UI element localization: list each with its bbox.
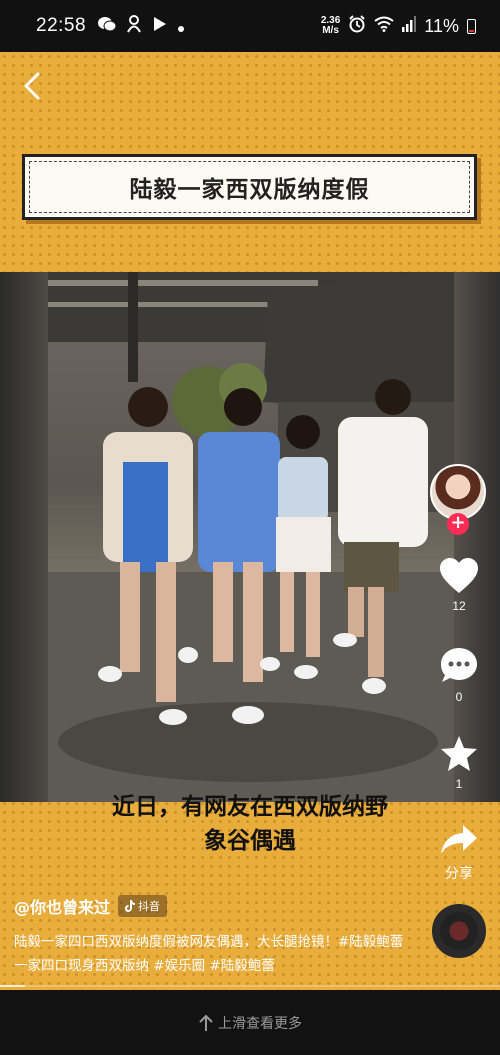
video-frame[interactable] (0, 272, 500, 802)
status-time: 22:58 (36, 15, 87, 36)
like-count: 12 (452, 599, 466, 613)
banner-title: 陆毅一家西双版纳度假 (129, 177, 370, 203)
star-icon (441, 736, 477, 771)
battery-percent: 11% (424, 15, 459, 36)
share-button[interactable]: 分享 (430, 823, 488, 883)
play-store-icon (152, 16, 168, 36)
title-banner: 陆毅一家西双版纳度假 (22, 154, 477, 220)
post-description: 陆毅一家四口西双版纳度假被网友偶遇，大长腿抢镜！#陆毅鲍蕾一家四口现身西双版纳 … (14, 934, 404, 974)
douyin-icon (125, 900, 136, 912)
like-button[interactable]: 12 (430, 557, 488, 613)
battery-icon (467, 18, 476, 34)
music-disc-icon[interactable] (432, 904, 486, 958)
share-icon (441, 825, 477, 854)
video-progress[interactable] (0, 985, 500, 987)
comment-icon (441, 648, 477, 682)
follow-button[interactable]: + (447, 513, 469, 535)
video-progress-fill (0, 985, 25, 987)
swipe-up-bar[interactable]: 上滑查看更多 (0, 990, 500, 1055)
wechat-icon (98, 16, 117, 36)
share-label: 分享 (445, 866, 473, 882)
video-blur-left (0, 272, 48, 802)
chevron-left-icon (24, 72, 40, 100)
author-row: @你也曾来过 抖音 (14, 894, 168, 918)
arrow-up-icon (199, 1014, 213, 1031)
dot-icon (178, 17, 185, 36)
system-icons: 2.36 M/s 11% (320, 14, 476, 38)
video-blur-right (454, 272, 500, 802)
app-icon (126, 15, 142, 37)
heart-icon (440, 558, 478, 593)
back-button[interactable] (18, 68, 48, 104)
video-subtitle: 近日，有网友在西双版纳野 象谷偶遇 (112, 794, 388, 854)
favorite-count: 1 (455, 777, 463, 791)
favorite-button[interactable]: 1 (430, 735, 488, 791)
notification-icons (98, 15, 185, 37)
swipe-hint: 上滑查看更多 (218, 1015, 302, 1032)
status-bar: 22:58 2.36 M/s 11% (0, 0, 500, 52)
video-scene (48, 272, 454, 802)
comment-count: 0 (455, 690, 463, 704)
platform-badge: 抖音 (118, 895, 168, 917)
platform-name: 抖音 (138, 900, 161, 913)
wifi-icon (374, 16, 394, 37)
author-name[interactable]: @你也曾来过 (14, 894, 110, 918)
signal-icon (402, 15, 417, 37)
comment-button[interactable]: 0 (430, 646, 488, 704)
alarm-icon (348, 14, 366, 38)
network-speed: 2.36 M/s (320, 15, 341, 36)
